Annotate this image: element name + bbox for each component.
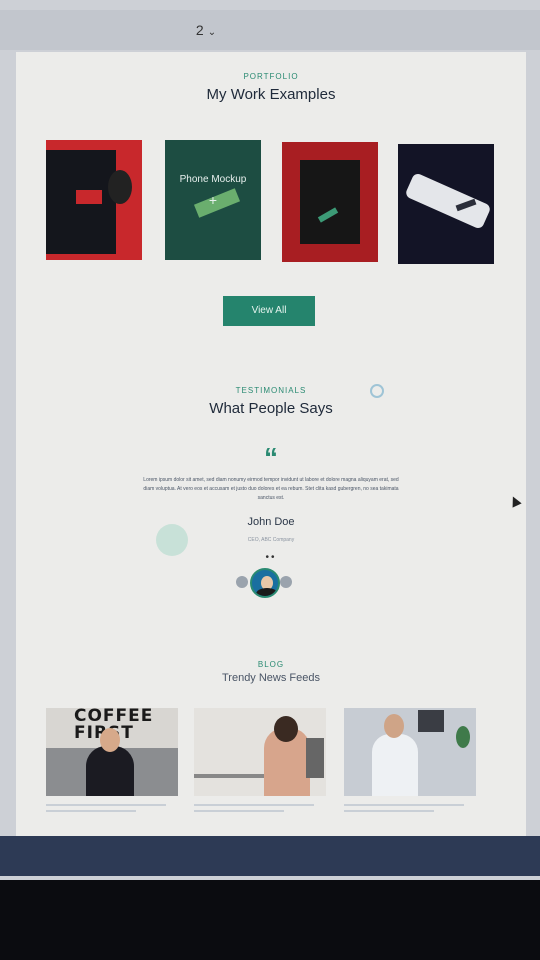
monitor-bezel xyxy=(0,836,540,876)
avatar-next[interactable] xyxy=(280,576,292,588)
news-card-1[interactable]: COFFEE FIRST xyxy=(46,708,178,796)
news-excerpt-line xyxy=(194,810,284,812)
news-excerpt-line xyxy=(194,804,314,806)
quote-icon: “ xyxy=(264,442,278,473)
news-title: Trendy News Feeds xyxy=(221,672,321,684)
testimonials-title: What People Says xyxy=(209,400,333,417)
portfolio-item-phone-mockup[interactable]: Phone Mockup + xyxy=(165,140,261,260)
portfolio-item-label: Phone Mockup xyxy=(179,174,247,185)
portfolio-eyebrow: PORTFOLIO xyxy=(243,72,299,81)
news-excerpt-line xyxy=(344,804,464,806)
portfolio-title: My Work Examples xyxy=(206,86,336,103)
news-eyebrow: BLOG xyxy=(257,660,285,669)
avatar-active[interactable] xyxy=(250,568,280,598)
view-all-button[interactable]: View All xyxy=(223,296,315,326)
testimonials-eyebrow: TESTIMONIALS xyxy=(235,386,307,395)
chevron-down-icon: ⌄ xyxy=(207,27,217,38)
viewer-toolbar xyxy=(0,10,540,50)
testimonial-role: CEO, ABC Company xyxy=(247,537,295,543)
portfolio-item-3[interactable] xyxy=(282,142,378,262)
page-selector[interactable]: 2 ⌄ xyxy=(186,18,226,42)
news-excerpt-line xyxy=(46,804,166,806)
page-number: 2 xyxy=(195,22,204,38)
testimonial-name: John Doe xyxy=(247,516,295,528)
news-card-3[interactable] xyxy=(344,708,476,796)
testimonial-text: Lorem ipsum dolor sit amet, sed diam non… xyxy=(143,477,399,501)
news-excerpt-line xyxy=(344,810,434,812)
portfolio-item-4[interactable] xyxy=(398,144,494,264)
website-page: PORTFOLIO My Work Examples Phone Mockup … xyxy=(16,52,526,842)
news-image-text: COFFEE FIRST xyxy=(74,708,154,742)
news-excerpt-line xyxy=(46,810,136,812)
plus-icon[interactable]: + xyxy=(165,192,261,208)
portfolio-item-1[interactable] xyxy=(46,140,142,260)
news-card-2[interactable] xyxy=(194,708,326,796)
avatar-prev[interactable] xyxy=(236,576,248,588)
carousel-dots[interactable]: •• xyxy=(16,552,526,563)
